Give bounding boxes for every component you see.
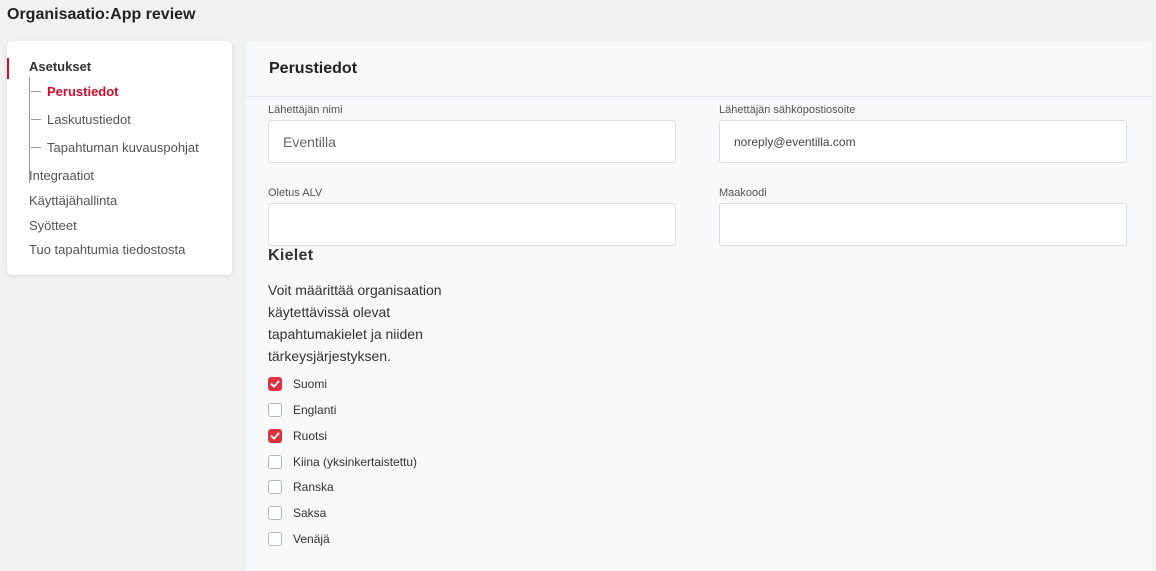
default-vat-input[interactable] [283, 217, 675, 232]
language-checkbox[interactable] [268, 377, 282, 391]
language-option-englanti[interactable]: Englanti [268, 403, 336, 417]
language-checkbox[interactable] [268, 480, 282, 494]
sender-name-label: Lähettäjän nimi [268, 104, 343, 116]
language-option-ranska[interactable]: Ranska [268, 480, 334, 494]
sender-name-input[interactable] [283, 133, 675, 150]
language-label: Englanti [293, 403, 337, 417]
sender-email-field[interactable] [719, 120, 1127, 163]
default-vat-field[interactable] [268, 203, 676, 246]
sidebar-item-tapahtuman-kuvauspohjat[interactable]: Tapahtuman kuvauspohjat [47, 140, 199, 155]
language-checkbox[interactable] [268, 532, 282, 546]
language-label: Ruotsi [293, 429, 328, 443]
section-title: Perustiedot [246, 41, 1152, 97]
sidebar-section-settings[interactable]: Asetukset [29, 59, 91, 74]
sidebar-item-syotteet[interactable]: Syötteet [29, 218, 77, 233]
language-checkbox[interactable] [268, 455, 282, 469]
sidebar-item-laskutustiedot[interactable]: Laskutustiedot [47, 112, 131, 127]
language-option-kiina[interactable]: Kiina (yksinkertaistettu) [268, 455, 417, 469]
language-label: Venäjä [293, 532, 330, 546]
sidebar-tree-branch [31, 91, 41, 92]
page-title: Organisaatio:App review [7, 6, 196, 23]
language-option-suomi[interactable]: Suomi [268, 377, 327, 391]
language-label: Kiina (yksinkertaistettu) [293, 455, 418, 469]
sidebar-tree-branch [31, 119, 41, 120]
language-option-saksa[interactable]: Saksa [268, 506, 326, 520]
default-vat-label: Oletus ALV [268, 187, 323, 199]
main-panel: Perustiedot Lähettäjän nimi Lähettäjän s… [246, 41, 1152, 571]
country-code-input[interactable] [734, 217, 1126, 232]
active-section-indicator [7, 58, 9, 79]
country-code-label: Maakoodi [719, 187, 767, 199]
sidebar-item-kayttajahallinta[interactable]: Käyttäjähallinta [29, 193, 117, 208]
language-option-venaja[interactable]: Venäjä [268, 532, 330, 546]
language-checkbox[interactable] [268, 429, 282, 443]
sidebar-item-tuo-tapahtumia[interactable]: Tuo tapahtumia tiedostosta [29, 242, 185, 257]
language-label: Saksa [293, 506, 327, 520]
country-code-field[interactable] [719, 203, 1127, 246]
language-label: Suomi [293, 377, 328, 391]
languages-description: Voit määrittää organisaation käytettävis… [268, 282, 442, 364]
check-icon [270, 380, 280, 388]
sender-name-field[interactable] [268, 120, 676, 163]
language-option-ruotsi[interactable]: Ruotsi [268, 429, 327, 443]
sidebar-item-integraatiot[interactable]: Integraatiot [29, 168, 94, 183]
settings-sidebar: Asetukset Perustiedot Laskutustiedot Tap… [7, 41, 232, 275]
sidebar-item-perustiedot[interactable]: Perustiedot [47, 84, 119, 99]
language-checkbox[interactable] [268, 403, 282, 417]
language-label: Ranska [293, 480, 334, 494]
language-checkbox[interactable] [268, 506, 282, 520]
languages-title: Kielet [268, 247, 314, 264]
sender-email-label: Lähettäjän sähköpostiosoite [719, 104, 856, 116]
sender-email-input[interactable] [734, 134, 1126, 149]
check-icon [270, 432, 280, 440]
sidebar-tree-branch [31, 147, 41, 148]
